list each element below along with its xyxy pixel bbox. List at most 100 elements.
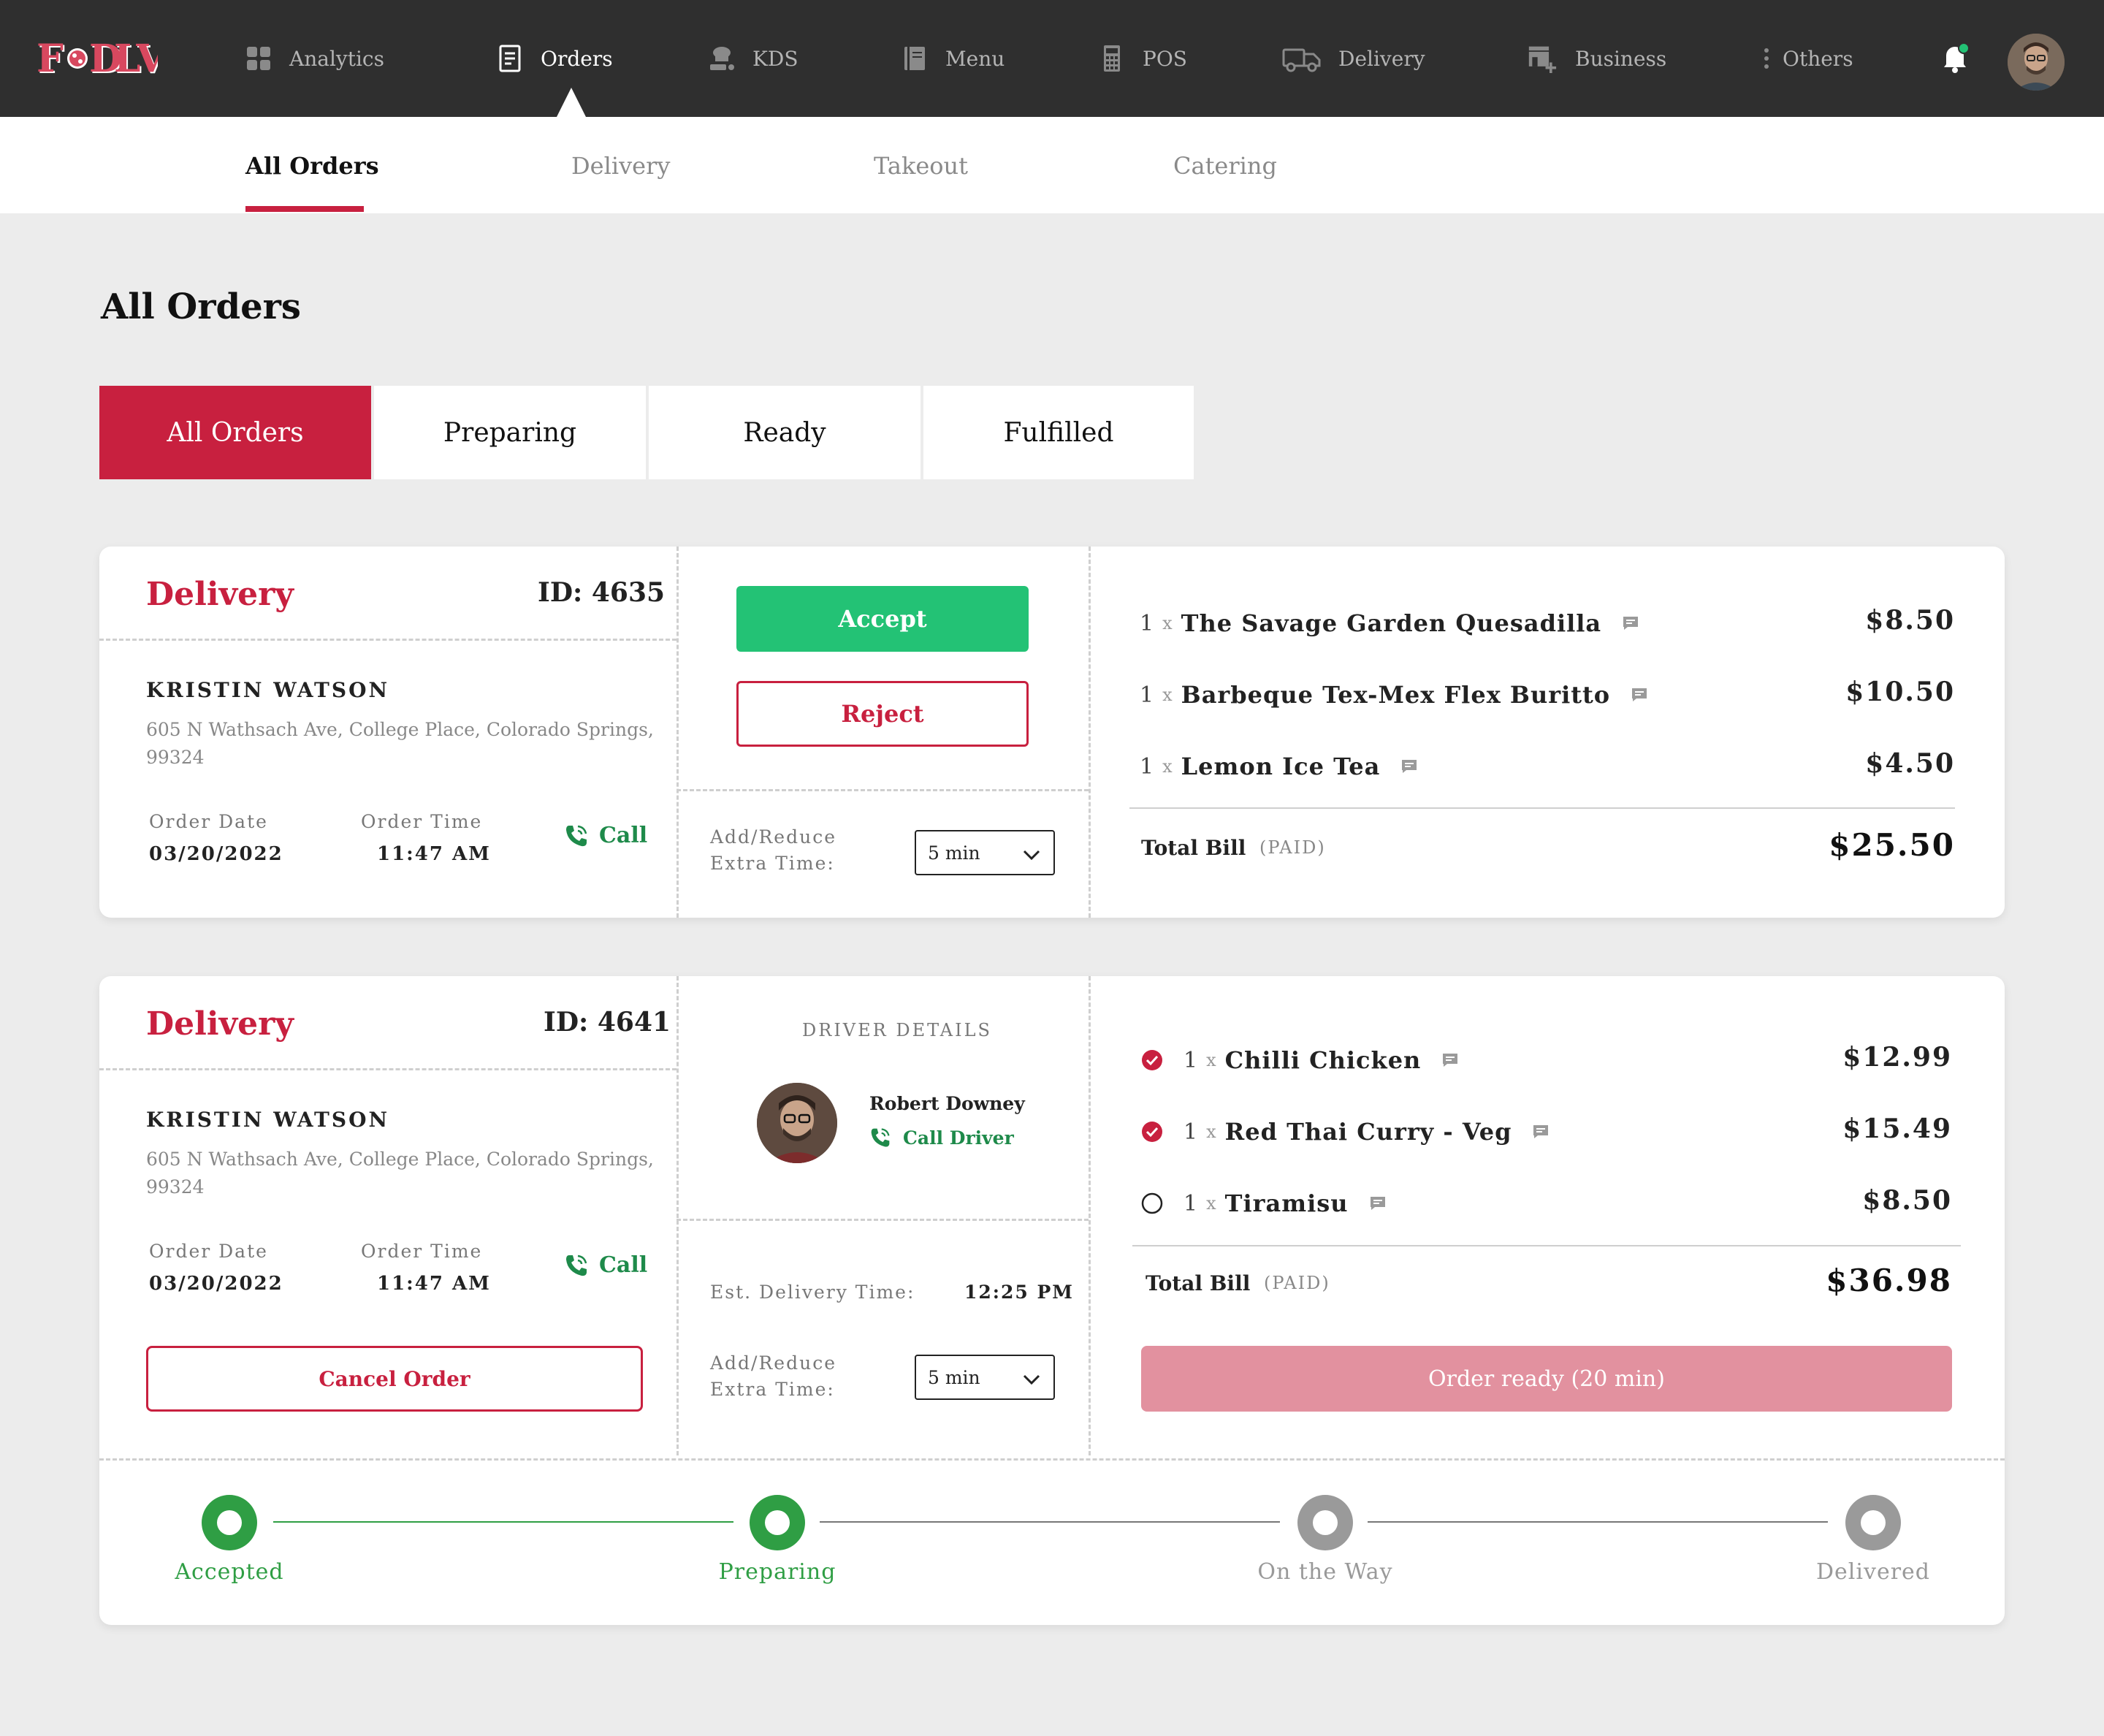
call-customer-button[interactable]: Call [564, 823, 647, 848]
extra-time-select[interactable]: 5 min [915, 830, 1055, 875]
nav-analytics[interactable]: Analytics [244, 41, 384, 76]
call-customer-button[interactable]: Call [564, 1252, 647, 1278]
user-avatar[interactable] [2008, 34, 2065, 91]
order-type: Delivery [146, 1005, 294, 1043]
item-price: $12.99 [1842, 1042, 1952, 1073]
order-id: ID: 4635 [538, 577, 666, 608]
driver-details-title: DRIVER DETAILS [802, 1020, 992, 1040]
filter-all-orders[interactable]: All Orders [99, 386, 371, 479]
order-time: 11:47 AM [377, 843, 491, 865]
call-driver-button[interactable]: Call Driver [869, 1127, 1014, 1149]
extra-time-label: Add/Reduce Extra Time: [710, 1352, 837, 1400]
paid-status: (PAID) [1264, 1273, 1330, 1293]
item-qty: 1 [1184, 1119, 1198, 1145]
step-delivered-indicator [1845, 1495, 1901, 1550]
filter-fulfilled[interactable]: Fulfilled [923, 386, 1194, 479]
divider [676, 789, 1089, 791]
kebab-icon [1764, 48, 1769, 69]
order-time-label: Order Time [361, 811, 483, 832]
progress-line [1368, 1521, 1828, 1523]
divider [99, 1458, 2005, 1461]
note-icon[interactable] [1532, 1123, 1550, 1141]
item-price: $4.50 [1865, 748, 1955, 779]
divider [676, 1219, 1089, 1221]
nav-kds[interactable]: KDS [707, 41, 798, 76]
chevron-down-icon [1023, 850, 1040, 861]
note-icon[interactable] [1441, 1051, 1459, 1069]
order-item: 1 x Chilli Chicken [1141, 1042, 1459, 1078]
accept-button[interactable]: Accept [736, 586, 1029, 652]
top-navigation: F F D D LV LV Analytics Orders KDS Menu … [0, 0, 2104, 117]
progress-line [273, 1521, 733, 1523]
check-circle-icon[interactable] [1141, 1049, 1163, 1071]
customer-address: 605 N Wathsach Ave, College Place, Color… [146, 719, 654, 768]
nav-pos[interactable]: POS [1097, 41, 1187, 76]
item-times: x [1162, 613, 1173, 633]
total-bill-label: Total Bill [1141, 836, 1246, 860]
filter-ready[interactable]: Ready [649, 386, 920, 479]
step-on-the-way-indicator [1297, 1495, 1353, 1550]
book-icon [904, 47, 925, 70]
nav-label: Others [1783, 46, 1853, 71]
order-item: 1 x Red Thai Curry - Veg [1141, 1113, 1550, 1150]
active-nav-caret [557, 88, 586, 117]
item-name: Barbeque Tex-Mex Flex Buritto [1181, 681, 1611, 709]
divider [99, 639, 676, 641]
customer-name: KRISTIN WATSON [146, 678, 390, 702]
nav-delivery[interactable]: Delivery [1281, 41, 1425, 76]
progress-line [820, 1521, 1280, 1523]
total-bill: $36.98 [1826, 1263, 1952, 1298]
driver-image [757, 1083, 837, 1163]
step-accepted-indicator [202, 1495, 257, 1550]
paid-status: (PAID) [1259, 837, 1326, 858]
bell-icon[interactable] [1940, 42, 1970, 75]
note-icon[interactable] [1631, 686, 1648, 704]
nav-business[interactable]: Business [1525, 41, 1666, 76]
item-qty: 1 [1140, 682, 1154, 708]
extra-time-select[interactable]: 5 min [915, 1355, 1055, 1400]
subtab-catering[interactable]: Catering [1173, 152, 1277, 180]
order-id: ID: 4641 [544, 1007, 671, 1038]
avatar-image [2008, 34, 2065, 91]
total-bill: $25.50 [1829, 827, 1955, 863]
est-delivery-label: Est. Delivery Time: [710, 1282, 915, 1303]
brand-logo[interactable]: F F D D LV LV [37, 37, 158, 82]
item-times: x [1162, 685, 1173, 705]
filter-preparing[interactable]: Preparing [374, 386, 646, 479]
empty-circle-icon[interactable] [1141, 1192, 1163, 1214]
order-time-label: Order Time [361, 1241, 483, 1262]
nav-orders[interactable]: Orders [495, 41, 613, 76]
check-circle-icon[interactable] [1141, 1121, 1163, 1143]
item-qty: 1 [1140, 753, 1154, 780]
divider [676, 976, 679, 1455]
note-icon[interactable] [1622, 614, 1639, 632]
nav-others[interactable]: Others [1761, 41, 1853, 76]
divider [1132, 1245, 1961, 1246]
driver-photo [757, 1083, 837, 1163]
chevron-down-icon [1023, 1374, 1040, 1385]
est-delivery-time: 12:25 PM [964, 1282, 1074, 1303]
subtab-all-orders[interactable]: All Orders [245, 152, 379, 180]
call-label: Call [599, 1252, 648, 1278]
order-card: Delivery ID: 4635 KRISTIN WATSON 605 N W… [99, 547, 2005, 918]
truck-icon [1282, 48, 1321, 72]
note-icon[interactable] [1369, 1195, 1387, 1212]
reject-button[interactable]: Reject [736, 681, 1029, 747]
subtab-takeout[interactable]: Takeout [874, 152, 968, 180]
cancel-order-button[interactable]: Cancel Order [146, 1346, 643, 1412]
order-type: Delivery [146, 576, 294, 613]
active-subtab-underline [245, 206, 364, 212]
call-label: Call [599, 823, 648, 848]
order-date: 03/20/2022 [149, 843, 283, 865]
item-qty: 1 [1184, 1190, 1198, 1217]
customer-address: 605 N Wathsach Ave, College Place, Color… [146, 1149, 654, 1198]
order-date: 03/20/2022 [149, 1273, 283, 1295]
step-label: Accepted [175, 1559, 284, 1585]
nav-menu[interactable]: Menu [900, 41, 1005, 76]
subtab-delivery[interactable]: Delivery [571, 152, 670, 180]
note-icon[interactable] [1400, 758, 1418, 775]
item-times: x [1162, 756, 1173, 777]
item-times: x [1206, 1050, 1216, 1070]
order-ready-button[interactable]: Order ready (20 min) [1141, 1346, 1952, 1412]
phone-icon [871, 1128, 890, 1147]
